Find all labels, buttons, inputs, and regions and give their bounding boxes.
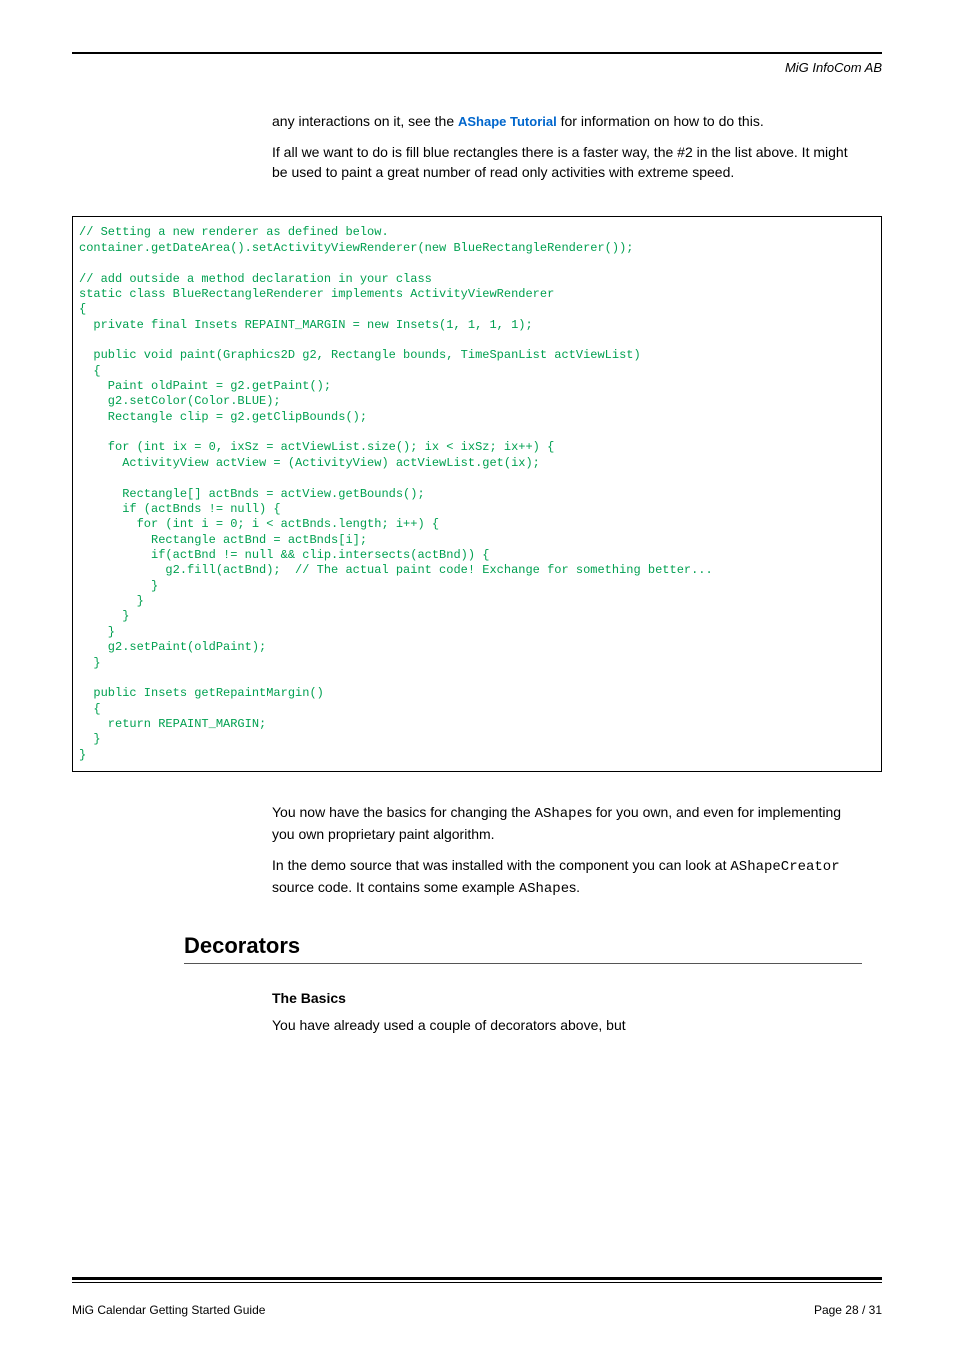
footer-rule-thin	[72, 1282, 882, 1283]
header-company: MiG InfoCom AB	[72, 60, 882, 75]
code-listing: // Setting a new renderer as defined bel…	[72, 216, 882, 772]
after-paragraph-1: You now have the basics for changing the…	[272, 802, 862, 845]
after-p2-mono1: AShapeCreator	[730, 859, 839, 875]
section-heading-decorators: Decorators	[184, 933, 882, 959]
after-p2-mono2: AShape	[519, 881, 569, 897]
footer-rule-thick	[72, 1277, 882, 1280]
ashape-tutorial-link[interactable]: AShape Tutorial	[458, 114, 557, 129]
intro-p1b: for information on how to do this.	[557, 113, 764, 129]
section-paragraph-1: You have already used a couple of decora…	[272, 1015, 862, 1035]
after-p1-mono1: AShape	[535, 806, 585, 822]
after-p2b: source code. It contains some example	[272, 879, 519, 895]
after-p2c: s.	[569, 879, 580, 895]
sub-heading-basics: The Basics	[272, 988, 862, 1008]
intro-block: any interactions on it, see the AShape T…	[272, 111, 862, 182]
footer-right: Page 28 / 31	[814, 1303, 882, 1317]
page-footer: MiG Calendar Getting Started Guide Page …	[72, 1277, 882, 1317]
section-rule	[184, 963, 862, 964]
intro-paragraph-1: any interactions on it, see the AShape T…	[272, 111, 862, 132]
after-p2a: In the demo source that was installed wi…	[272, 857, 730, 873]
footer-left: MiG Calendar Getting Started Guide	[72, 1303, 265, 1317]
after-p1a: You now have the basics for changing the	[272, 804, 535, 820]
intro-p1a: any interactions on it, see the	[272, 113, 458, 129]
section-body: The Basics You have already used a coupl…	[272, 988, 862, 1035]
after-paragraph-2: In the demo source that was installed wi…	[272, 855, 862, 900]
after-block: You now have the basics for changing the…	[272, 802, 862, 899]
intro-paragraph-2: If all we want to do is fill blue rectan…	[272, 142, 862, 183]
header-rule	[72, 52, 882, 54]
